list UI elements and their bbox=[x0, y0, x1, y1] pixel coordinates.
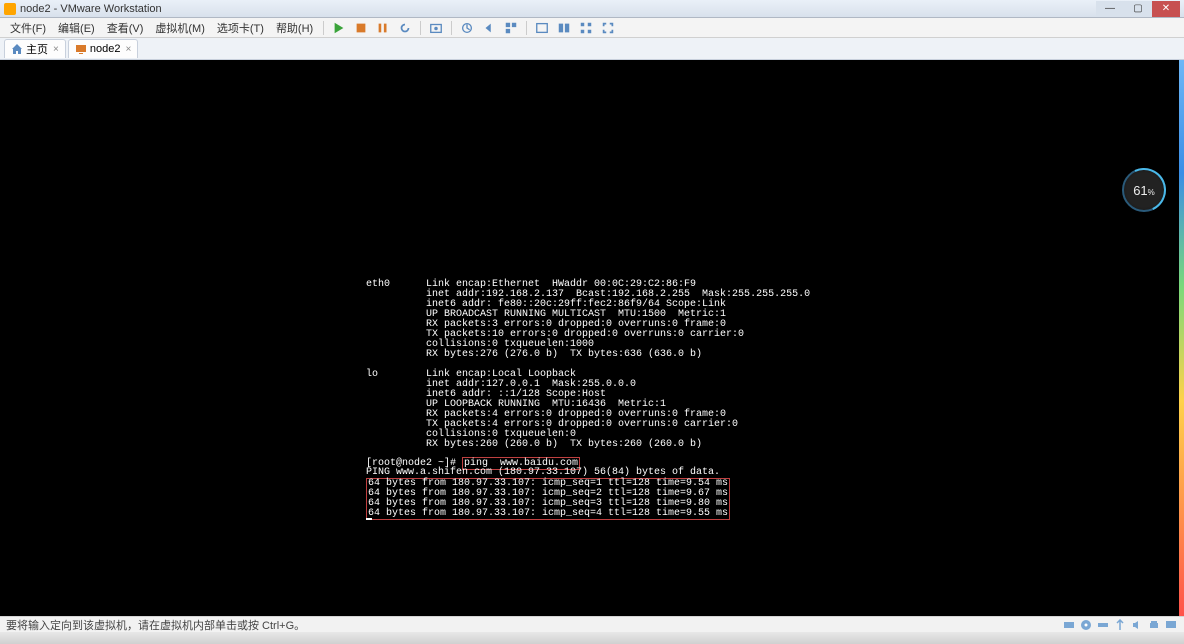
vm-icon bbox=[75, 43, 87, 55]
menu-vm[interactable]: 虚拟机(M) bbox=[149, 18, 211, 38]
statusbar: 要将输入定向到该虚拟机，请在虚拟机内部单击或按 Ctrl+G。 bbox=[0, 616, 1184, 632]
os-taskbar[interactable] bbox=[0, 632, 1184, 644]
maximize-button[interactable]: ▢ bbox=[1124, 1, 1152, 17]
tab-node2[interactable]: node2 × bbox=[68, 39, 138, 58]
unity-button[interactable] bbox=[555, 19, 573, 37]
close-button[interactable]: ✕ bbox=[1152, 1, 1180, 17]
fullscreen-button[interactable] bbox=[533, 19, 551, 37]
ping-header: PING www.a.shifen.com (180.97.33.107) 56… bbox=[366, 467, 720, 478]
minimize-button[interactable]: — bbox=[1096, 1, 1124, 17]
revert-button[interactable] bbox=[480, 19, 498, 37]
vmware-icon bbox=[4, 3, 16, 15]
network-gauge-widget[interactable]: 61% 0.3K/s 0.7K/s bbox=[1122, 168, 1166, 212]
play-button[interactable] bbox=[330, 19, 348, 37]
thumbnail-button[interactable] bbox=[577, 19, 595, 37]
device-printer-icon[interactable] bbox=[1147, 618, 1161, 632]
tab-node2-close[interactable]: × bbox=[125, 44, 131, 55]
tab-home-close[interactable]: × bbox=[53, 44, 59, 55]
device-msg-icon[interactable] bbox=[1164, 618, 1178, 632]
device-usb-icon[interactable] bbox=[1113, 618, 1127, 632]
snapshot-manager-button[interactable] bbox=[458, 19, 476, 37]
terminal-ping-block: PING www.a.shifen.com (180.97.33.107) 56… bbox=[366, 468, 730, 520]
vm-console[interactable]: eth0 Link encap:Ethernet HWaddr 00:0C:29… bbox=[0, 60, 1184, 628]
tabbar: 主页 × node2 × bbox=[0, 38, 1184, 60]
menu-tabs[interactable]: 选项卡(T) bbox=[211, 18, 270, 38]
titlebar: node2 - VMware Workstation — ▢ ✕ bbox=[0, 0, 1184, 18]
gauge-value: 61% bbox=[1133, 183, 1155, 198]
snapshot-button[interactable] bbox=[427, 19, 445, 37]
tab-home-label: 主页 bbox=[26, 41, 48, 57]
right-color-stripe bbox=[1179, 60, 1184, 628]
tab-home[interactable]: 主页 × bbox=[4, 39, 66, 58]
device-net-icon[interactable] bbox=[1096, 618, 1110, 632]
menu-view[interactable]: 查看(V) bbox=[101, 18, 150, 38]
stop-button[interactable] bbox=[352, 19, 370, 37]
stretch-button[interactable] bbox=[599, 19, 617, 37]
menu-file[interactable]: 文件(F) bbox=[4, 18, 52, 38]
device-hdd-icon[interactable] bbox=[1062, 618, 1076, 632]
manage-button[interactable] bbox=[502, 19, 520, 37]
app-window: node2 - VMware Workstation — ▢ ✕ 文件(F) 编… bbox=[0, 0, 1184, 628]
reset-button[interactable] bbox=[396, 19, 414, 37]
window-title: node2 - VMware Workstation bbox=[20, 3, 1096, 15]
pause-button[interactable] bbox=[374, 19, 392, 37]
status-hint: 要将输入定向到该虚拟机，请在虚拟机内部单击或按 Ctrl+G。 bbox=[6, 617, 305, 633]
menu-help[interactable]: 帮助(H) bbox=[270, 18, 319, 38]
terminal-ifconfig-output: eth0 Link encap:Ethernet HWaddr 00:0C:29… bbox=[366, 280, 810, 450]
menu-edit[interactable]: 编辑(E) bbox=[52, 18, 101, 38]
menubar: 文件(F) 编辑(E) 查看(V) 虚拟机(M) 选项卡(T) 帮助(H) bbox=[0, 18, 1184, 38]
tab-node2-label: node2 bbox=[90, 43, 121, 55]
device-sound-icon[interactable] bbox=[1130, 618, 1144, 632]
home-icon bbox=[11, 43, 23, 55]
device-cd-icon[interactable] bbox=[1079, 618, 1093, 632]
terminal-cursor bbox=[366, 518, 372, 520]
ping-lines-highlight: 64 bytes from 180.97.33.107: icmp_seq=1 … bbox=[366, 478, 730, 520]
